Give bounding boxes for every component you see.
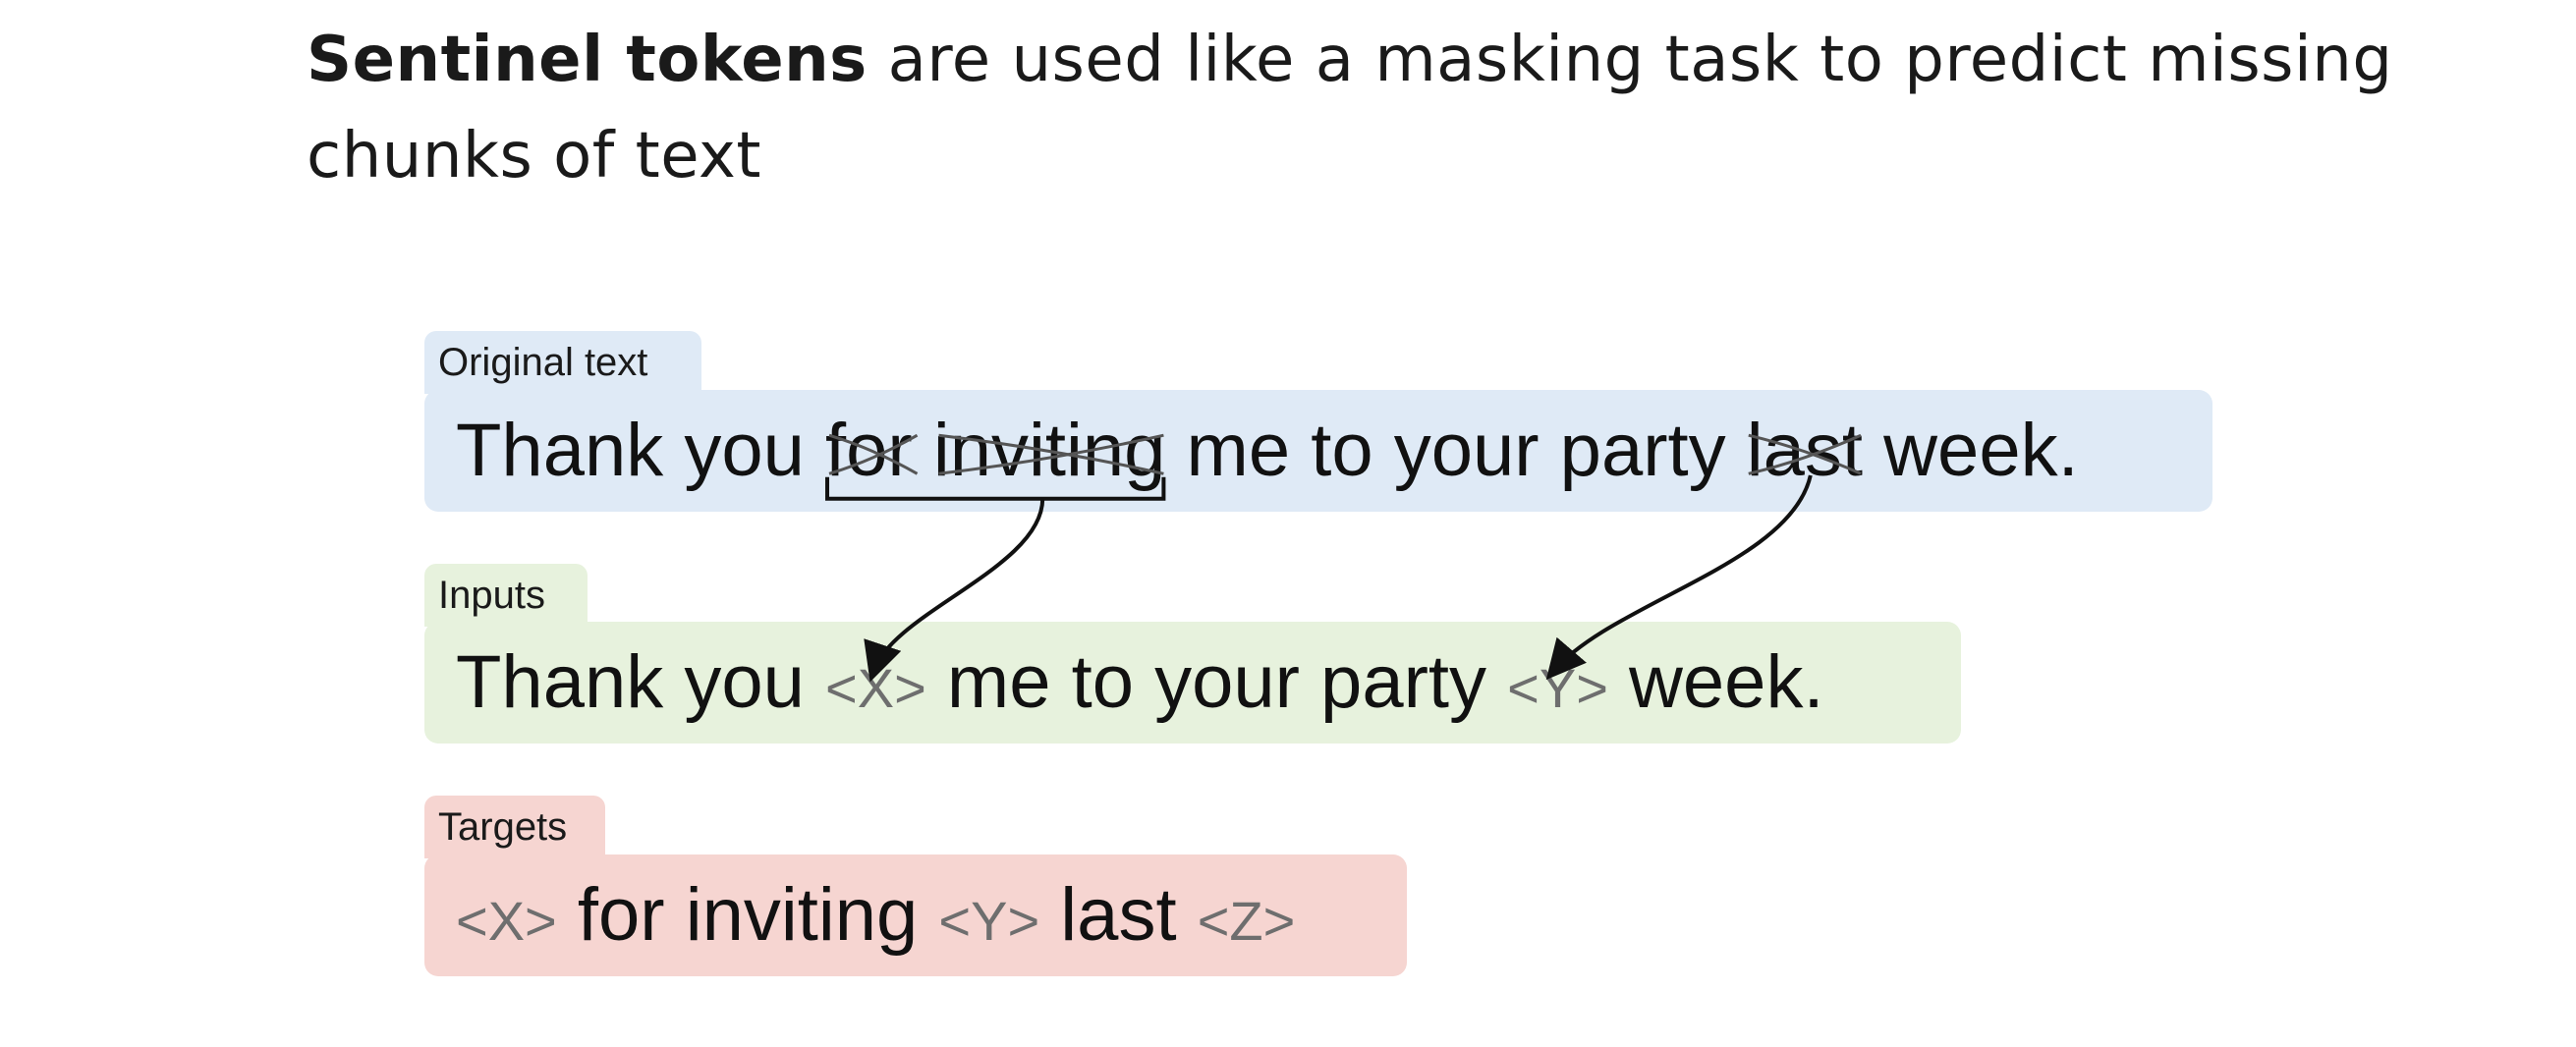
original-text-label: Original text: [424, 331, 701, 394]
inputs-band: Thank you <X> me to your party <Y> week.: [424, 622, 1961, 744]
heading-bold-term: Sentinel tokens: [307, 24, 868, 96]
inputs-word-me-to-your-party: me to your party: [946, 640, 1487, 724]
original-word-me-to-your-party: me to your party: [1186, 409, 1726, 492]
inputs-label: Inputs: [424, 564, 588, 627]
targets-label: Targets: [424, 796, 605, 858]
targets-word-last: last: [1060, 873, 1177, 957]
inputs-word-thank-you: Thank you: [456, 640, 805, 724]
targets-sentinel-x: <X>: [456, 890, 557, 952]
inputs-sentinel-y: <Y>: [1507, 657, 1608, 719]
heading-line1-rest: are used like a masking task to predict …: [867, 24, 2393, 96]
targets-sentinel-z: <Z>: [1197, 890, 1296, 952]
original-word-week: week.: [1883, 409, 2079, 492]
inputs-word-week: week.: [1629, 640, 1824, 724]
inputs-sentinel-x: <X>: [825, 657, 926, 719]
targets-sentinel-y: <Y>: [938, 890, 1040, 952]
slide-heading: Sentinel tokens are used like a masking …: [307, 12, 2468, 204]
original-word-for-inviting: for inviting: [825, 409, 1166, 492]
original-word-last: last: [1746, 409, 1864, 492]
targets-word-for-inviting: for inviting: [577, 873, 919, 957]
heading-line2: chunks of text: [307, 120, 761, 193]
targets-band: <X> for inviting <Y> last <Z>: [424, 854, 1407, 976]
original-text-band: Thank you for inviting me to your party …: [424, 390, 2212, 512]
original-word-thank-you: Thank you: [456, 409, 805, 492]
